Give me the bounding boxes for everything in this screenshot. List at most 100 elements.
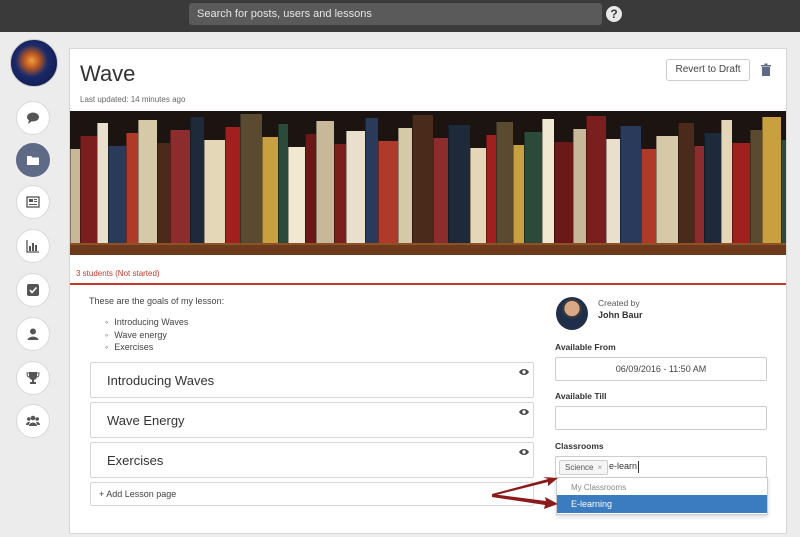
book-spine xyxy=(80,136,97,245)
dropdown-option-e-learning[interactable]: E-learning xyxy=(557,495,767,513)
book-spine xyxy=(170,130,190,245)
book-spine xyxy=(190,117,204,245)
classrooms-label: Classrooms xyxy=(555,441,604,451)
book-spine xyxy=(126,133,138,245)
question-icon[interactable]: ? xyxy=(606,6,622,22)
book-spine xyxy=(262,137,278,245)
user-icon[interactable] xyxy=(16,317,50,351)
created-by-label: Created by xyxy=(598,298,640,308)
book-spine xyxy=(398,128,412,245)
goals-intro: These are the goals of my lesson: xyxy=(89,296,225,306)
book-spine xyxy=(732,143,750,245)
classroom-tag-label: Science xyxy=(565,463,594,472)
lesson-page-label: Introducing Waves xyxy=(107,373,215,388)
user-avatar[interactable] xyxy=(10,39,58,87)
search-input[interactable]: Search for posts, users and lessons xyxy=(189,3,602,25)
dropdown-group-label: My Classrooms xyxy=(571,483,627,492)
bookshelf xyxy=(70,243,786,255)
remove-tag-icon[interactable]: × xyxy=(597,463,602,472)
folder-icon[interactable] xyxy=(16,143,50,177)
lesson-page-exercises[interactable]: Exercises xyxy=(90,442,534,478)
book-spine xyxy=(204,140,225,245)
page-title: Wave xyxy=(80,61,136,86)
top-bar: Search for posts, users and lessons ? xyxy=(0,0,800,32)
goal-item: Exercises xyxy=(105,341,188,354)
book-spine xyxy=(694,146,704,245)
book-spine xyxy=(606,139,620,245)
book-spine xyxy=(486,135,496,245)
book-spine xyxy=(346,131,365,245)
classroom-tag: Science × xyxy=(559,460,609,475)
book-spine xyxy=(288,147,305,245)
last-updated: Last updated: 14 minutes ago xyxy=(80,95,186,104)
eye-icon[interactable] xyxy=(519,368,529,376)
trophy-icon[interactable] xyxy=(16,361,50,395)
book-spine xyxy=(704,133,721,245)
book-spine xyxy=(762,117,781,245)
book-spine xyxy=(542,119,554,245)
trash-icon[interactable] xyxy=(760,63,772,77)
book-spine xyxy=(496,122,513,245)
news-icon[interactable] xyxy=(16,185,50,219)
book-spine xyxy=(240,114,262,245)
book-spine xyxy=(554,142,573,245)
book-spine xyxy=(378,141,398,245)
lesson-page-label: Wave Energy xyxy=(107,413,185,428)
book-spine xyxy=(620,126,641,245)
revert-to-draft-button[interactable]: Revert to Draft xyxy=(666,59,750,81)
chart-icon[interactable] xyxy=(16,229,50,263)
book-spine xyxy=(157,143,170,245)
book-spine xyxy=(365,118,378,245)
available-till-field[interactable] xyxy=(555,406,767,430)
goal-item: Wave energy xyxy=(105,329,188,342)
classrooms-typed-text: e-learn xyxy=(609,461,638,471)
eye-icon[interactable] xyxy=(519,448,529,456)
book-spine xyxy=(586,116,606,245)
available-from-label: Available From xyxy=(555,342,616,352)
lesson-page-label: Exercises xyxy=(107,453,164,468)
goal-item: Introducing Waves xyxy=(105,316,188,329)
available-till-label: Available Till xyxy=(555,391,607,401)
book-spine xyxy=(656,136,678,245)
book-spine xyxy=(305,134,316,245)
creator-avatar xyxy=(556,297,588,330)
eye-icon[interactable] xyxy=(519,408,529,416)
book-spine xyxy=(641,149,656,245)
book-spine xyxy=(678,123,694,245)
book-spine xyxy=(524,132,542,245)
book-spine xyxy=(433,138,448,245)
comment-icon[interactable] xyxy=(16,101,50,135)
book-spine xyxy=(97,123,108,245)
book-spine xyxy=(316,121,334,245)
book-spine xyxy=(781,140,786,245)
add-lesson-page-button[interactable]: + Add Lesson page xyxy=(90,482,534,506)
lesson-page-introducing-waves[interactable]: Introducing Waves xyxy=(90,362,534,398)
checkbox-icon[interactable] xyxy=(16,273,50,307)
creator-name: John Baur xyxy=(598,310,643,320)
book-spine xyxy=(334,144,346,245)
book-spine xyxy=(573,129,586,245)
book-spine xyxy=(138,120,157,245)
book-spine xyxy=(278,124,288,245)
students-status[interactable]: 3 students (Not started) xyxy=(76,269,160,278)
text-caret xyxy=(638,461,639,473)
classrooms-dropdown: My Classrooms E-learning xyxy=(556,477,768,515)
book-spine xyxy=(448,125,470,245)
classrooms-input[interactable]: Science × e-learn xyxy=(555,456,767,478)
goals-list: Introducing Waves Wave energy Exercises xyxy=(105,316,188,354)
available-from-field[interactable]: 06/09/2016 - 11:50 AM xyxy=(555,357,767,381)
book-spine xyxy=(70,149,80,245)
group-icon[interactable] xyxy=(16,404,50,438)
annotation-arrows xyxy=(492,477,558,509)
book-spine xyxy=(225,127,240,245)
book-spine xyxy=(750,130,762,245)
lesson-page-wave-energy[interactable]: Wave Energy xyxy=(90,402,534,438)
book-spine xyxy=(108,146,126,245)
book-spine xyxy=(470,148,486,245)
book-spine xyxy=(721,120,732,245)
lesson-panel: Wave Last updated: 14 minutes ago Revert… xyxy=(69,48,787,534)
book-spine xyxy=(513,145,524,245)
lesson-cover-image xyxy=(70,111,786,255)
book-spine xyxy=(412,115,433,245)
divider xyxy=(70,283,786,285)
